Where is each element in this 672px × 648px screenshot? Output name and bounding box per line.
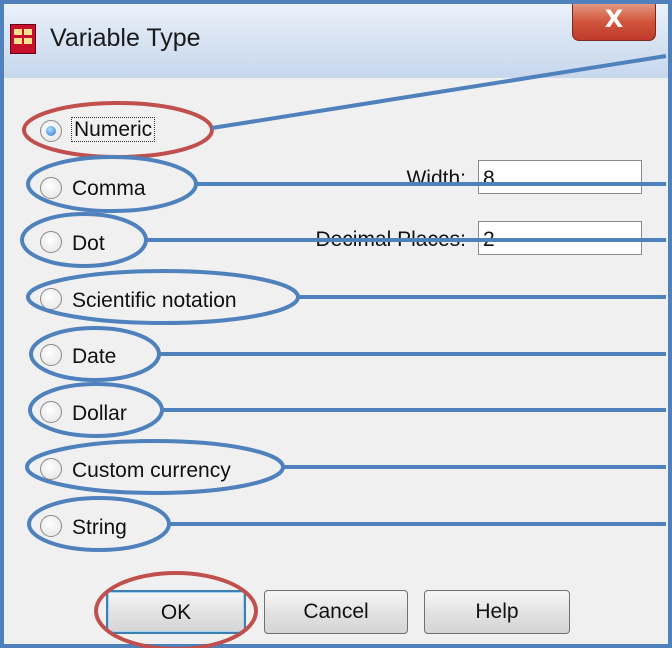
annotation-overlay bbox=[0, 0, 672, 648]
callout-comma bbox=[26, 155, 198, 213]
variable-type-dialog: Variable Type X Numeric Comma Dot Scient… bbox=[0, 0, 672, 648]
callout-dollar bbox=[28, 382, 164, 438]
callout-custom-currency bbox=[25, 439, 285, 495]
callout-date bbox=[29, 326, 161, 382]
callout-string bbox=[27, 496, 171, 552]
highlight-numeric bbox=[22, 101, 214, 159]
highlight-ok-button bbox=[94, 571, 258, 648]
callout-dot bbox=[20, 212, 148, 268]
callout-line-numeric bbox=[211, 54, 667, 130]
callout-scientific bbox=[26, 269, 300, 325]
